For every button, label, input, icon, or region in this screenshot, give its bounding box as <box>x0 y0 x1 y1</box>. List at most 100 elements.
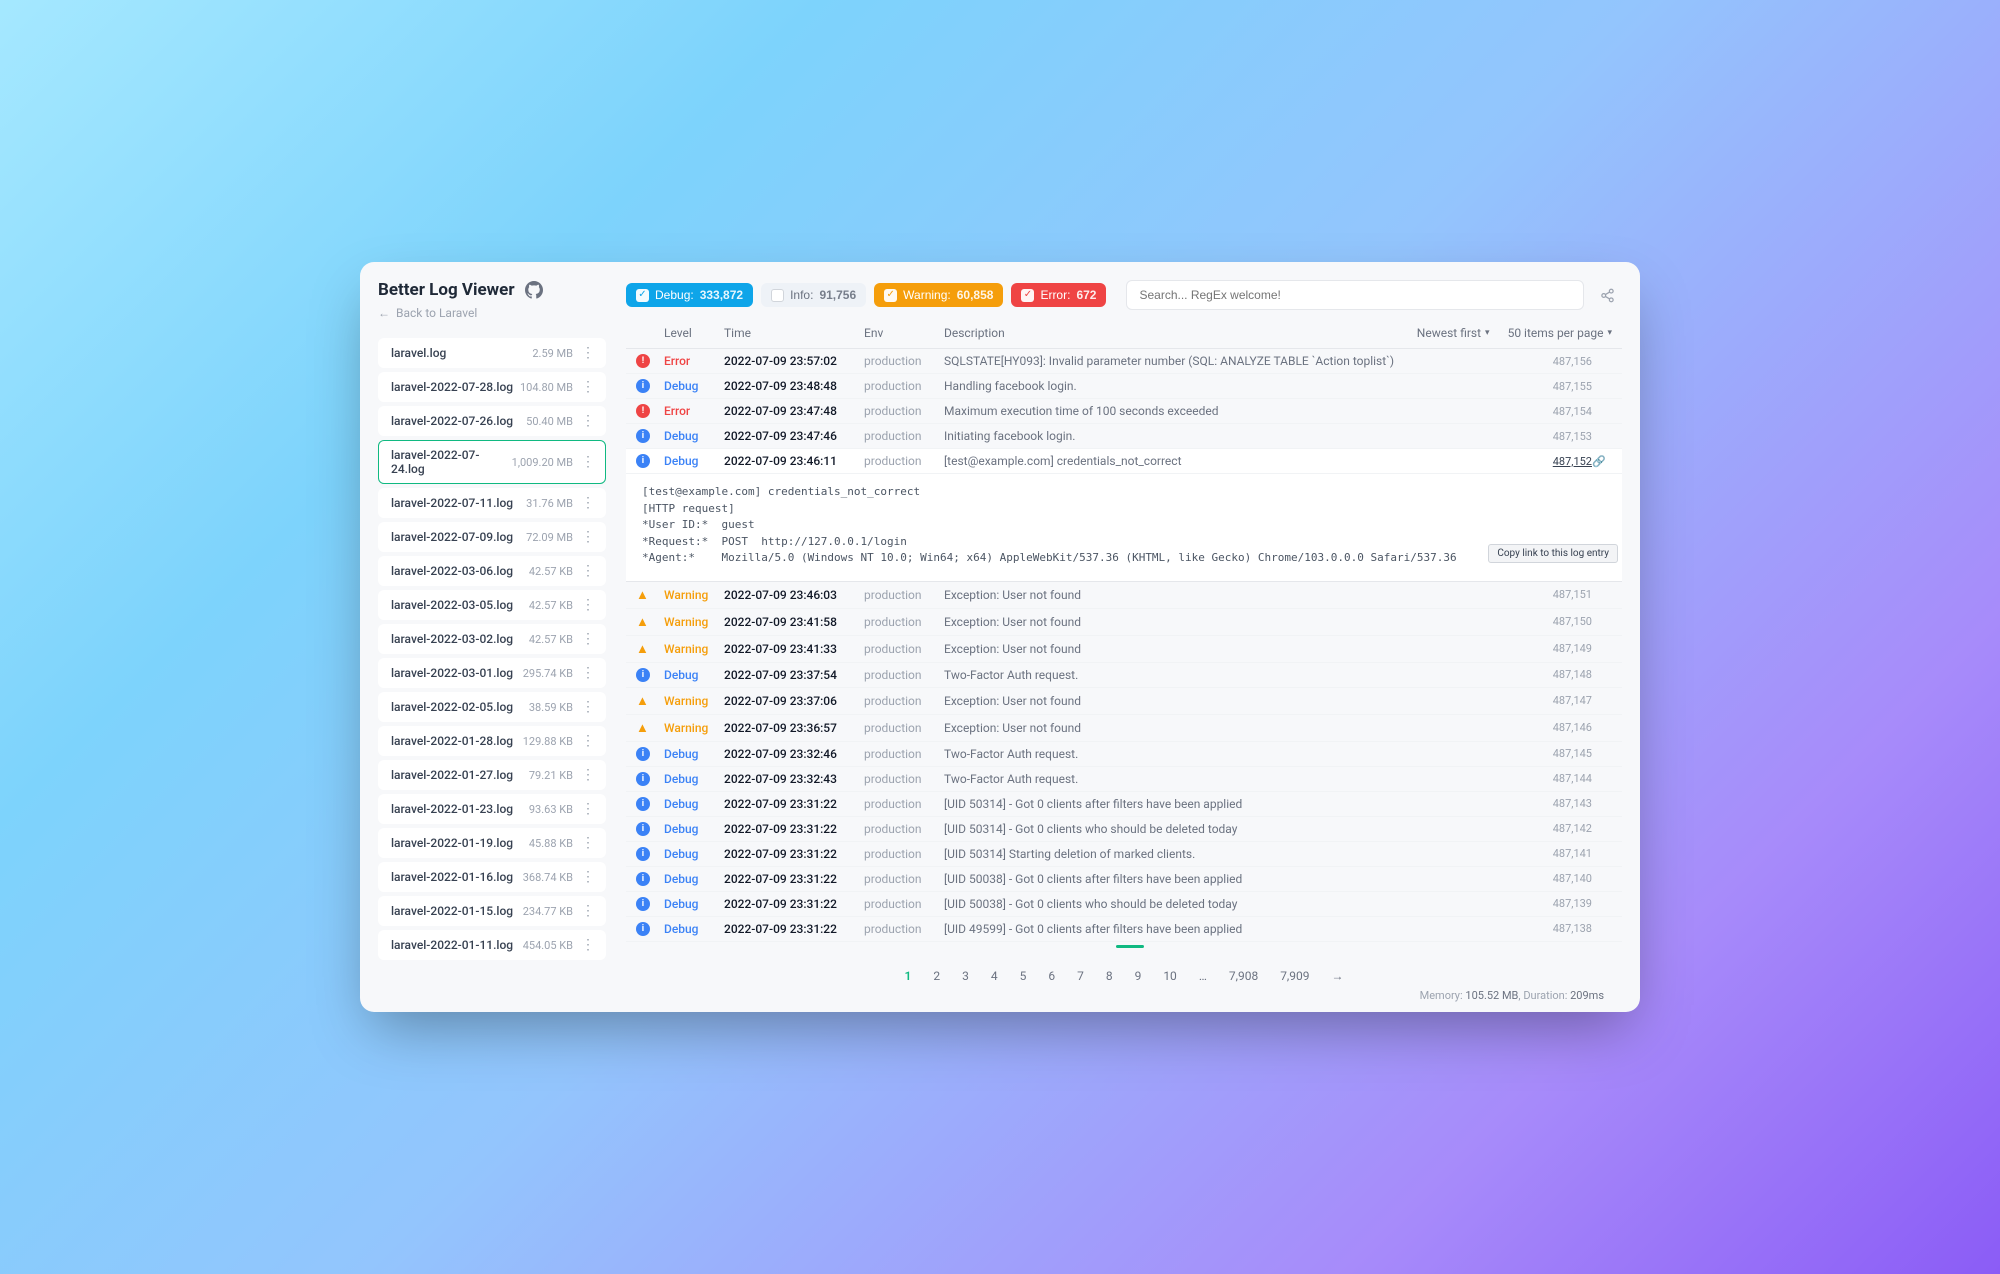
page-number[interactable]: 7,908 <box>1229 969 1258 983</box>
file-item[interactable]: laravel-2022-01-27.log 79.21 KB ⋮ <box>378 760 606 790</box>
more-icon[interactable]: ⋮ <box>579 802 597 816</box>
log-env: production <box>864 772 944 786</box>
more-icon[interactable]: ⋮ <box>579 734 597 748</box>
log-row[interactable]: ! Error 2022-07-09 23:57:02 production S… <box>626 349 1622 374</box>
log-row[interactable]: i Debug 2022-07-09 23:32:46 production T… <box>626 742 1622 767</box>
file-item[interactable]: laravel-2022-01-23.log 93.63 KB ⋮ <box>378 794 606 824</box>
more-icon[interactable]: ⋮ <box>579 455 597 469</box>
log-row[interactable]: i Debug 2022-07-09 23:31:22 production [… <box>626 892 1622 917</box>
file-item[interactable]: laravel-2022-07-11.log 31.76 MB ⋮ <box>378 488 606 518</box>
header-level: Level <box>664 326 724 340</box>
file-item[interactable]: laravel-2022-01-28.log 129.88 KB ⋮ <box>378 726 606 756</box>
page-number[interactable]: 3 <box>962 969 969 983</box>
more-icon[interactable]: ⋮ <box>579 414 597 428</box>
arrow-left-icon: ← <box>378 306 390 320</box>
search-input[interactable] <box>1126 280 1584 310</box>
more-icon[interactable]: ⋮ <box>579 836 597 850</box>
log-row[interactable]: ▲ Warning 2022-07-09 23:41:58 production… <box>626 609 1622 636</box>
log-level: Debug <box>664 747 724 761</box>
file-item[interactable]: laravel-2022-07-28.log 104.80 MB ⋮ <box>378 372 606 402</box>
github-icon[interactable] <box>525 281 543 299</box>
page-number[interactable]: 1 <box>904 969 911 983</box>
file-item[interactable]: laravel-2022-03-05.log 42.57 KB ⋮ <box>378 590 606 620</box>
more-icon[interactable]: ⋮ <box>579 768 597 782</box>
log-env: production <box>864 642 944 656</box>
log-rows[interactable]: ! Error 2022-07-09 23:57:02 production S… <box>626 349 1622 957</box>
filter-warning[interactable]: ✓ Warning: 60,858 <box>874 283 1003 307</box>
filter-error[interactable]: ✓ Error: 672 <box>1011 283 1106 307</box>
perpage-toggle[interactable]: 50 items per page ▾ <box>1508 326 1612 340</box>
log-row[interactable]: i Debug 2022-07-09 23:32:43 production T… <box>626 767 1622 792</box>
log-time: 2022-07-09 23:31:22 <box>724 922 864 936</box>
more-icon[interactable]: ⋮ <box>579 496 597 510</box>
page-number[interactable]: 9 <box>1135 969 1142 983</box>
log-time: 2022-07-09 23:41:33 <box>724 642 864 656</box>
log-level: Debug <box>664 379 724 393</box>
warning-icon: ▲ <box>636 615 649 630</box>
page-number[interactable]: 5 <box>1020 969 1027 983</box>
more-icon[interactable]: ⋮ <box>579 598 597 612</box>
info-icon: i <box>636 747 650 761</box>
file-item[interactable]: laravel-2022-01-19.log 45.88 KB ⋮ <box>378 828 606 858</box>
file-item[interactable]: laravel-2022-01-15.log 234.77 KB ⋮ <box>378 896 606 926</box>
file-item[interactable]: laravel-2022-01-11.log 454.05 KB ⋮ <box>378 930 606 960</box>
file-item[interactable]: laravel-2022-03-06.log 42.57 KB ⋮ <box>378 556 606 586</box>
more-icon[interactable]: ⋮ <box>579 380 597 394</box>
link-icon[interactable]: 🔗 <box>1592 455 1606 468</box>
more-icon[interactable]: ⋮ <box>579 346 597 360</box>
next-page[interactable]: → <box>1332 969 1344 983</box>
log-level: Warning <box>664 615 724 629</box>
file-item[interactable]: laravel-2022-07-24.log 1,009.20 MB ⋮ <box>378 440 606 484</box>
page-number[interactable]: 7,909 <box>1280 969 1309 983</box>
page-number[interactable]: 6 <box>1048 969 1055 983</box>
page-number[interactable]: 10 <box>1163 969 1177 983</box>
file-item[interactable]: laravel.log 2.59 MB ⋮ <box>378 338 606 368</box>
memory-value: 105.52 MB <box>1465 989 1518 1002</box>
log-row[interactable]: i Debug 2022-07-09 23:31:22 production [… <box>626 867 1622 892</box>
more-icon[interactable]: ⋮ <box>579 632 597 646</box>
duration-label: Duration: <box>1523 989 1567 1002</box>
share-button[interactable] <box>1592 280 1622 310</box>
log-row[interactable]: i Debug 2022-07-09 23:48:48 production H… <box>626 374 1622 399</box>
log-row[interactable]: i Debug 2022-07-09 23:37:54 production T… <box>626 663 1622 688</box>
file-item[interactable]: laravel-2022-07-26.log 50.40 MB ⋮ <box>378 406 606 436</box>
file-item[interactable]: laravel-2022-01-16.log 368.74 KB ⋮ <box>378 862 606 892</box>
log-row[interactable]: i Debug 2022-07-09 23:31:22 production [… <box>626 917 1622 942</box>
more-icon[interactable]: ⋮ <box>579 666 597 680</box>
log-level: Debug <box>664 772 724 786</box>
log-row[interactable]: ▲ Warning 2022-07-09 23:41:33 production… <box>626 636 1622 663</box>
file-item[interactable]: laravel-2022-02-05.log 38.59 KB ⋮ <box>378 692 606 722</box>
sort-toggle[interactable]: Newest first ▾ <box>1417 326 1490 340</box>
filter-debug[interactable]: ✓ Debug: 333,872 <box>626 283 753 307</box>
page-number[interactable]: 7 <box>1077 969 1084 983</box>
file-item[interactable]: laravel-2022-03-02.log 42.57 KB ⋮ <box>378 624 606 654</box>
more-icon[interactable]: ⋮ <box>579 938 597 952</box>
log-row[interactable]: i Debug 2022-07-09 23:31:22 production [… <box>626 842 1622 867</box>
log-row[interactable]: ! Error 2022-07-09 23:47:48 production M… <box>626 399 1622 424</box>
log-row[interactable]: i Debug 2022-07-09 23:46:11 production [… <box>626 449 1622 474</box>
log-index: 487,149 <box>1536 642 1592 655</box>
file-list[interactable]: laravel.log 2.59 MB ⋮ laravel-2022-07-28.… <box>378 338 608 1012</box>
file-name: laravel-2022-02-05.log <box>391 700 513 714</box>
file-size: 368.74 KB <box>523 871 573 884</box>
file-item[interactable]: laravel-2022-07-09.log 72.09 MB ⋮ <box>378 522 606 552</box>
log-row[interactable]: i Debug 2022-07-09 23:31:22 production [… <box>626 792 1622 817</box>
page-number[interactable]: 4 <box>991 969 998 983</box>
page-number[interactable]: 8 <box>1106 969 1113 983</box>
more-icon[interactable]: ⋮ <box>579 564 597 578</box>
more-icon[interactable]: ⋮ <box>579 530 597 544</box>
file-size: 38.59 KB <box>529 701 573 714</box>
page-number[interactable]: 2 <box>933 969 940 983</box>
log-row[interactable]: i Debug 2022-07-09 23:31:22 production [… <box>626 817 1622 842</box>
more-icon[interactable]: ⋮ <box>579 904 597 918</box>
back-link[interactable]: ← Back to Laravel <box>378 306 608 320</box>
more-icon[interactable]: ⋮ <box>579 870 597 884</box>
log-row[interactable]: i Debug 2022-07-09 23:47:46 production I… <box>626 424 1622 449</box>
log-row[interactable]: ▲ Warning 2022-07-09 23:36:57 production… <box>626 715 1622 742</box>
log-row[interactable]: ▲ Warning 2022-07-09 23:37:06 production… <box>626 688 1622 715</box>
more-icon[interactable]: ⋮ <box>579 700 597 714</box>
log-row[interactable]: ▲ Warning 2022-07-09 23:46:03 production… <box>626 582 1622 609</box>
log-env: production <box>864 354 944 368</box>
file-item[interactable]: laravel-2022-03-01.log 295.74 KB ⋮ <box>378 658 606 688</box>
filter-info[interactable]: Info: 91,756 <box>761 283 866 307</box>
